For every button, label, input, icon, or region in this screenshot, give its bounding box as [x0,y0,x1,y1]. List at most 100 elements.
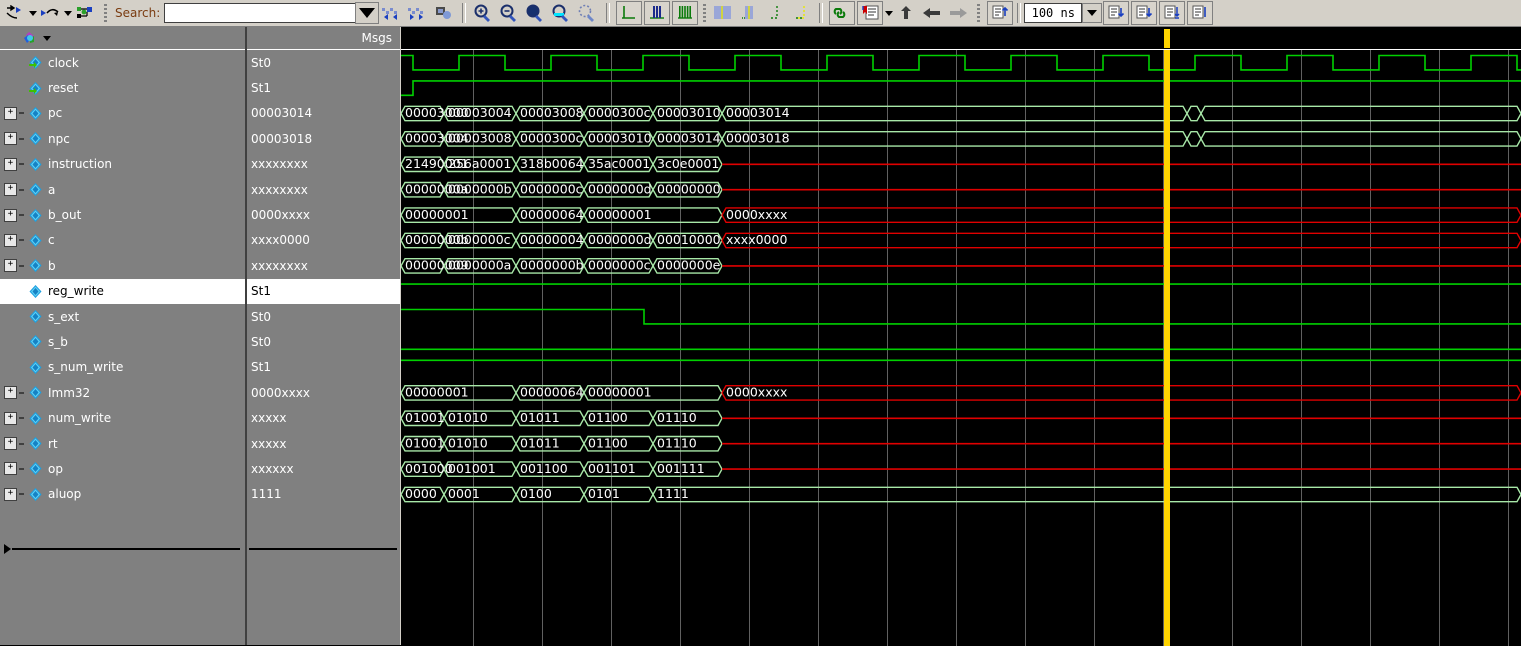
tree-expander[interactable]: + [4,259,28,273]
signal-row-b_out[interactable]: + b_out [0,202,245,227]
tree-expander[interactable]: + [4,386,28,400]
chevron-down-icon[interactable] [43,35,51,41]
wave-dotted-3-icon[interactable] [789,2,814,24]
expand-toggle-a[interactable]: + [4,183,17,197]
signal-row-op[interactable]: + op [0,456,245,481]
insert-cursor-icon[interactable] [616,1,643,25]
waveform-ruler[interactable] [401,27,1521,50]
find-next-icon[interactable] [406,2,431,24]
signal-name-pane[interactable]: clock reset + pc + npc + instruction + a + b_out + c +… [0,27,247,645]
find-prev-icon[interactable] [380,2,405,24]
step-over-icon[interactable] [38,2,62,24]
signal-value-pc[interactable]: 00003014 [247,101,400,126]
signal-row-b[interactable]: + b [0,253,245,278]
name-pane-hscrollbar[interactable] [4,544,240,554]
signal-row-reg_write[interactable]: reg_write [0,278,245,304]
expand-toggle-Imm32[interactable]: + [4,386,17,400]
zoom-full-icon[interactable] [524,2,549,24]
expand-toggle-pc[interactable]: + [4,106,17,120]
tree-expander[interactable]: + [4,183,28,197]
search-dropdown-button[interactable] [355,2,380,24]
link-icon[interactable] [829,1,856,25]
step-over-dropdown-icon[interactable] [64,10,72,16]
signal-row-reset[interactable]: reset [0,75,245,100]
expand-toggle-rt[interactable]: + [4,437,17,451]
tree-expander[interactable]: + [4,132,28,146]
wave-compare-icon[interactable] [644,1,671,25]
signal-value-list[interactable]: St0 St1 00003014 00003018 xxxxxxxx xxxxxxxx 00… [247,50,400,507]
signal-row-c[interactable]: + c [0,228,245,253]
signal-row-instruction[interactable]: + instruction [0,152,245,177]
run-icon[interactable] [987,1,1014,25]
signal-value-clock[interactable]: St0 [247,50,400,75]
value-pane-hscrollbar[interactable] [249,544,397,553]
expand-toggle-op[interactable]: + [4,462,17,476]
tree-expander[interactable]: + [4,462,28,476]
signal-row-a[interactable]: + a [0,177,245,202]
signal-name-list[interactable]: clock reset + pc + npc + instruction + a + b_out + c +… [0,50,245,507]
step-into-dropdown-icon[interactable] [29,10,37,16]
waveform-pane[interactable]: 00003000 00003004 00003008 0000300c 00003010… [401,27,1521,646]
signal-value-op[interactable]: xxxxxx [247,456,400,481]
signal-value-num_write[interactable]: xxxxx [247,405,400,430]
find-toggle-icon[interactable] [432,2,457,24]
next-transition-icon[interactable] [946,2,971,24]
tree-expander[interactable]: + [4,208,28,222]
signal-value-s_b[interactable]: St0 [247,329,400,354]
continue-icon[interactable] [1131,1,1158,25]
signal-value-instruction[interactable]: xxxxxxxx [247,152,400,177]
signal-row-pc[interactable]: + pc [0,101,245,126]
prev-transition-icon[interactable] [920,2,945,24]
zoom-out-icon[interactable] [498,2,523,24]
wave-dotted-1-icon[interactable] [737,2,762,24]
wave-dotted-2-icon[interactable] [763,2,788,24]
signal-row-aluop[interactable]: + aluop [0,482,245,507]
signal-value-s_ext[interactable]: St0 [247,304,400,329]
waveform-canvas[interactable]: 0000300000003004 00003008 0000300c 00003010… [401,50,1521,646]
expand-toggle-b_out[interactable]: + [4,208,17,222]
tree-expander[interactable]: + [4,157,28,171]
expand-toggle-num_write[interactable]: + [4,411,17,425]
signal-value-a[interactable]: xxxxxxxx [247,177,400,202]
signal-row-Imm32[interactable]: + Imm32 [0,380,245,405]
wave-cursor[interactable] [1164,50,1170,646]
step-into-icon[interactable] [3,2,27,24]
signal-row-s_num_write[interactable]: s_num_write [0,355,245,380]
signal-row-s_b[interactable]: s_b [0,329,245,354]
signal-row-rt[interactable]: + rt [0,431,245,456]
expand-icon[interactable] [894,2,919,24]
signal-value-pane[interactable]: Msgs St0 St1 00003014 00003018 xxxxxxxx xxxxx… [247,27,400,645]
signal-value-b_out[interactable]: 0000xxxx [247,202,400,227]
expand-toggle-npc[interactable]: + [4,132,17,146]
signal-value-reset[interactable]: St1 [247,75,400,100]
signal-value-s_num_write[interactable]: St1 [247,355,400,380]
restart-icon[interactable] [73,2,97,24]
wave-bookmark-icon[interactable] [672,1,699,25]
search-input[interactable] [164,3,356,23]
signal-value-aluop[interactable]: 1111 [247,482,400,507]
run-all-icon[interactable] [1103,1,1130,25]
signal-row-npc[interactable]: + npc [0,126,245,151]
step-icon[interactable] [1187,1,1214,25]
signal-row-s_ext[interactable]: s_ext [0,304,245,329]
expand-toggle-aluop[interactable]: + [4,487,17,501]
expand-toggle-instruction[interactable]: + [4,157,17,171]
tree-expander[interactable]: + [4,487,28,501]
zoom-range-icon[interactable] [576,2,601,24]
wave-grid-icon[interactable] [711,2,736,24]
expand-toggle-c[interactable]: + [4,233,17,247]
signal-value-c[interactable]: xxxx0000 [247,228,400,253]
tree-expander[interactable]: + [4,233,28,247]
annotate-icon[interactable] [857,1,884,25]
expand-toggle-b[interactable]: + [4,259,17,273]
signal-row-clock[interactable]: clock [0,50,245,75]
break-icon[interactable] [1159,1,1186,25]
signal-value-b[interactable]: xxxxxxxx [247,253,400,278]
zoom-in-icon[interactable] [472,2,497,24]
tree-expander[interactable]: + [4,411,28,425]
tree-expander[interactable]: + [4,437,28,451]
signal-row-num_write[interactable]: + num_write [0,405,245,430]
signal-value-rt[interactable]: xxxxx [247,431,400,456]
run-length-dropdown[interactable] [1082,3,1103,23]
tree-expander[interactable]: + [4,106,28,120]
